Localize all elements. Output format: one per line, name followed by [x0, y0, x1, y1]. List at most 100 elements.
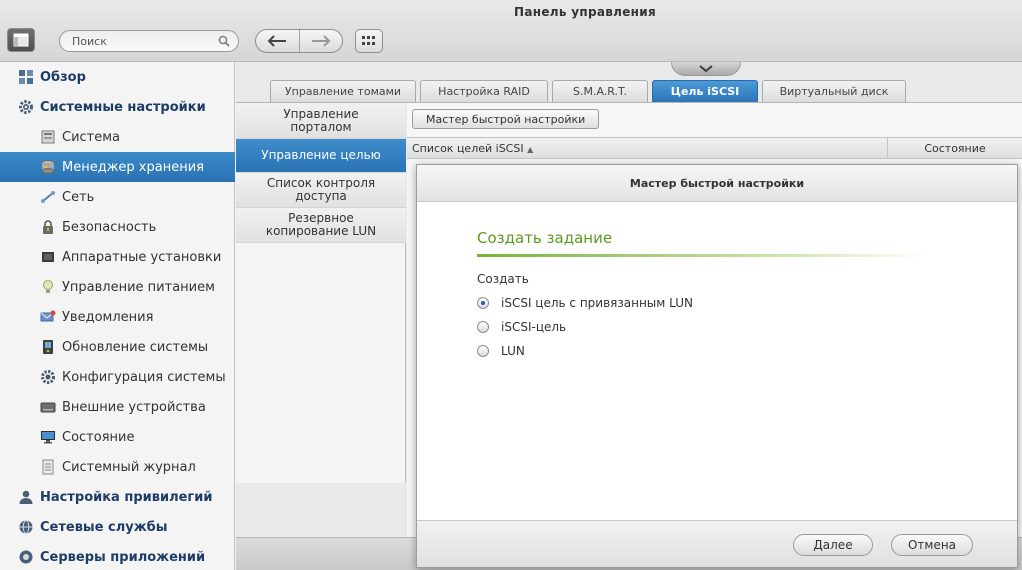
tab-bar: Управление томами Настройка RAID S.M.A.R…	[270, 80, 910, 102]
tab-raid-settings[interactable]: Настройка RAID	[420, 80, 548, 102]
column-header-status[interactable]: Состояние	[887, 138, 1022, 159]
user-icon	[19, 490, 33, 504]
sidebar-item-system[interactable]: Система	[0, 122, 235, 152]
sidebar-item-overview[interactable]: Обзор	[0, 62, 235, 92]
config-icon	[41, 370, 55, 384]
column-header-label: Список целей iSCSI	[412, 142, 524, 155]
radio-button[interactable]	[477, 297, 489, 309]
sidebar-item-label: Менеджер хранения	[62, 159, 204, 175]
sidebar-item-system-config[interactable]: Конфигурация системы	[0, 362, 235, 392]
sidebar: Обзор Системные настройки Система Менедж…	[0, 62, 235, 570]
section-title: Создать задание	[477, 229, 613, 247]
sidebar-item-external-devices[interactable]: Внешние устройства	[0, 392, 235, 422]
apps-grid-button[interactable]	[355, 29, 383, 53]
option-label: LUN	[501, 344, 525, 358]
subnav-lun-backup[interactable]: Резервное копирование LUN	[236, 208, 406, 243]
sidebar-item-network[interactable]: Сеть	[0, 182, 235, 212]
targets-grid-header: Список целей iSCSI ▲ Состояние	[407, 137, 1022, 159]
sub-navigation: Управление порталом Управление целью Спи…	[236, 103, 406, 483]
sidebar-item-label: Внешние устройства	[62, 399, 206, 415]
option-lun[interactable]: LUN	[477, 343, 525, 359]
sidebar-item-notifications[interactable]: Уведомления	[0, 302, 235, 332]
radio-button[interactable]	[477, 321, 489, 333]
sidebar-item-privileges[interactable]: Настройка привилегий	[0, 482, 235, 512]
system-icon	[41, 130, 55, 144]
subnav-access-control-list[interactable]: Список контроля доступа	[236, 173, 406, 208]
tab-smart[interactable]: S.M.A.R.T.	[552, 80, 648, 102]
sidebar-item-label: Системные настройки	[40, 99, 206, 115]
search-input[interactable]	[72, 33, 212, 49]
sort-asc-icon: ▲	[527, 145, 534, 154]
sidebar-item-label: Система	[62, 129, 121, 145]
monitor-icon	[41, 431, 55, 444]
column-header-targets[interactable]: Список целей iSCSI ▲	[412, 142, 533, 155]
sidebar-item-power[interactable]: Управление питанием	[0, 272, 235, 302]
history-nav	[255, 29, 343, 53]
subnav-label: копирование LUN	[265, 224, 377, 238]
log-icon	[42, 459, 54, 475]
option-label: iSCSI цель с привязанным LUN	[501, 296, 693, 310]
sidebar-item-label: Обновление системы	[62, 339, 209, 355]
subnav-target-management[interactable]: Управление целью	[236, 139, 406, 173]
back-button[interactable]	[256, 30, 299, 52]
tab-iscsi-target[interactable]: Цель iSCSI	[652, 80, 758, 102]
collapse-toggle[interactable]	[671, 62, 741, 76]
sidebar-item-label: Аппаратные установки	[62, 249, 222, 265]
sidebar-item-label: Безопасность	[62, 219, 157, 235]
sidebar-item-label: Уведомления	[62, 309, 154, 325]
sidebar-item-system-update[interactable]: Обновление системы	[0, 332, 235, 362]
quick-setup-wizard-dialog: Мастер быстрой настройки Создать задание…	[416, 164, 1018, 568]
sidebar-item-label: Настройка привилегий	[40, 489, 213, 505]
search-box[interactable]	[59, 30, 239, 52]
external-device-icon	[40, 402, 56, 413]
sidebar-item-security[interactable]: Безопасность	[0, 212, 235, 242]
sidebar-item-system-settings[interactable]: Системные настройки	[0, 92, 235, 122]
radio-button[interactable]	[477, 345, 489, 357]
subnav-label: порталом	[290, 119, 352, 134]
next-button[interactable]: Далее	[793, 534, 873, 556]
forward-button[interactable]	[298, 30, 343, 52]
arrow-right-icon	[311, 35, 331, 47]
sidebar-item-status[interactable]: Состояние	[0, 422, 235, 452]
lock-icon	[43, 220, 53, 234]
sidebar-item-label: Управление питанием	[62, 279, 215, 295]
section-underline	[477, 254, 927, 257]
cancel-button[interactable]: Отмена	[891, 534, 973, 556]
update-icon	[43, 340, 53, 354]
sidebar-item-label: Обзор	[40, 69, 86, 85]
quick-setup-wizard-button[interactable]: Мастер быстрой настройки	[412, 109, 600, 129]
option-label: iSCSI-цель	[501, 320, 567, 334]
sidebar-item-system-log[interactable]: Системный журнал	[0, 452, 235, 482]
dialog-footer: Далее Отмена	[417, 520, 1017, 567]
sidebar-item-label: Конфигурация системы	[62, 369, 226, 385]
sidebar-item-storage-manager[interactable]: Менеджер хранения	[0, 152, 235, 182]
sidebar-item-label: Состояние	[62, 429, 135, 445]
storage-icon	[41, 160, 55, 174]
option-iscsi-target-with-lun[interactable]: iSCSI цель с привязанным LUN	[477, 295, 693, 311]
sidebar-item-label: Сетевые службы	[40, 519, 168, 535]
search-icon[interactable]	[218, 35, 230, 47]
tab-virtual-disk[interactable]: Виртуальный диск	[762, 80, 906, 102]
sidebar-item-label: Системный журнал	[62, 459, 196, 475]
window-title: Панель управления	[514, 5, 656, 19]
tab-volume-management[interactable]: Управление томами	[270, 80, 416, 102]
sidebar-item-app-servers[interactable]: Серверы приложений	[0, 542, 235, 570]
sidebar-item-label: Серверы приложений	[40, 549, 206, 565]
layout-icon	[13, 33, 29, 47]
option-iscsi-target[interactable]: iSCSI-цель	[477, 319, 566, 335]
grid-icon	[362, 36, 375, 45]
chevron-down-icon	[699, 64, 713, 72]
sidebar-item-label: Сеть	[62, 189, 95, 205]
layout-toggle-button[interactable]	[7, 28, 35, 52]
subnav-label: доступа	[295, 189, 347, 203]
gear-icon	[19, 100, 33, 114]
subnav-portal-management[interactable]: Управление порталом	[236, 103, 406, 139]
power-icon	[43, 280, 53, 293]
notification-icon	[40, 310, 56, 322]
globe-icon	[19, 520, 33, 534]
app-server-icon	[19, 550, 33, 564]
sidebar-item-network-services[interactable]: Сетевые службы	[0, 512, 235, 542]
sidebar-item-hardware[interactable]: Аппаратные установки	[0, 242, 235, 272]
create-label: Создать	[477, 272, 529, 286]
subnav-label: Управление целью	[261, 148, 381, 162]
